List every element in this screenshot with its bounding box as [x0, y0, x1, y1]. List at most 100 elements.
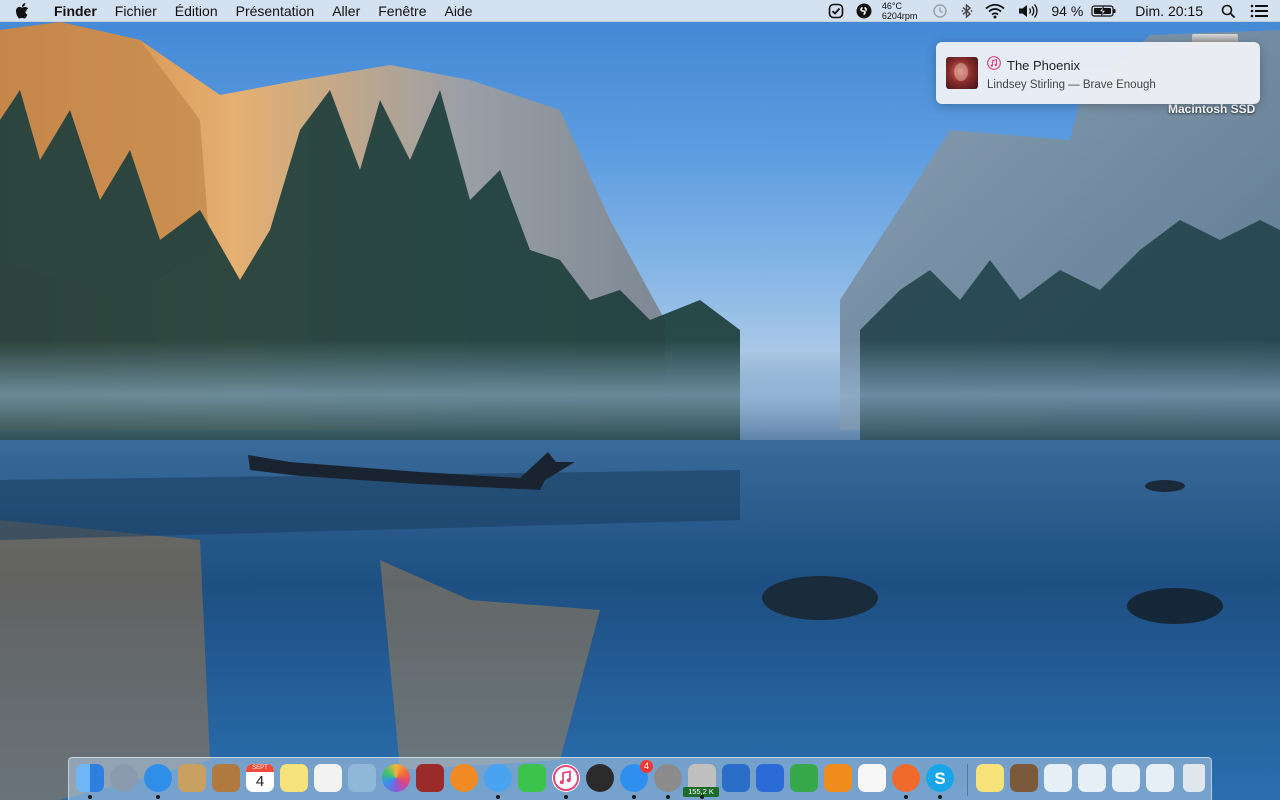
menu-aide[interactable]: Aide — [435, 0, 481, 22]
dock-skype-icon[interactable]: S — [925, 763, 955, 799]
dock-textedit-icon[interactable] — [857, 763, 887, 793]
dock-window-stack-2-icon[interactable] — [1077, 763, 1107, 793]
dock-finder-icon[interactable] — [75, 763, 105, 799]
dock-photos-icon[interactable] — [381, 763, 411, 793]
menubar-clock[interactable]: Dim. 20:15 — [1123, 3, 1213, 19]
maps-icon — [892, 764, 920, 792]
running-indicator — [156, 795, 160, 799]
dock-window-stack-4-icon[interactable] — [1145, 763, 1175, 793]
running-indicator — [496, 795, 500, 799]
running-indicator — [938, 795, 942, 799]
preview-icon — [348, 764, 376, 792]
dock-notes-icon[interactable] — [279, 763, 309, 793]
dock-messages-icon[interactable] — [483, 763, 513, 799]
running-indicator — [904, 795, 908, 799]
running-indicator — [700, 795, 704, 799]
notification-center-icon[interactable] — [1244, 0, 1280, 22]
stickies-icon — [976, 764, 1004, 792]
dock-contacts-icon[interactable] — [211, 763, 241, 793]
app-store-badge: 4 — [640, 760, 653, 773]
disk-label[interactable]: Macintosh SSD — [1168, 102, 1255, 116]
dock-window-stack-1-icon[interactable] — [1043, 763, 1073, 793]
numbers-icon — [790, 764, 818, 792]
temperature-monitor[interactable]: 46°C 6204rpm — [878, 1, 926, 21]
dock-maps-icon[interactable] — [891, 763, 921, 799]
volume-icon[interactable] — [1011, 0, 1045, 22]
desktop-wallpaper — [0, 0, 1280, 800]
dock-facetime-icon[interactable] — [517, 763, 547, 793]
dock-reminders-icon[interactable] — [313, 763, 343, 793]
calendar-month: SEPT — [246, 764, 274, 772]
ibooks-icon — [450, 764, 478, 792]
battery-charging-icon[interactable] — [1085, 0, 1123, 22]
dock-safari-icon[interactable] — [143, 763, 173, 799]
notification-title: The Phoenix — [1007, 57, 1080, 73]
reminders-icon — [314, 764, 342, 792]
contacts-icon — [212, 764, 240, 792]
dock-itunes-icon[interactable] — [551, 763, 581, 799]
window-stack-4-icon — [1146, 764, 1174, 792]
dock-system-preferences-icon[interactable] — [653, 763, 683, 799]
textedit-icon — [858, 764, 886, 792]
dock-keynote-dev-icon[interactable] — [721, 763, 751, 793]
menu-aller[interactable]: Aller — [323, 0, 369, 22]
pages-icon — [824, 764, 852, 792]
time-machine-icon[interactable] — [925, 0, 955, 22]
music-note-icon — [987, 55, 1001, 75]
battery-percentage[interactable]: 94 % — [1045, 3, 1085, 19]
dock-pages-icon[interactable] — [823, 763, 853, 793]
itunes-icon — [552, 764, 580, 792]
album-art — [946, 57, 978, 89]
notification-subtitle: Lindsey Stirling — Brave Enough — [987, 78, 1156, 91]
dock-mail-stamp-icon[interactable] — [177, 763, 207, 793]
dock-keynote-icon[interactable] — [755, 763, 785, 793]
running-indicator — [564, 795, 568, 799]
app-menu-finder[interactable]: Finder — [44, 0, 106, 22]
safari-icon — [144, 764, 172, 792]
menu-edition[interactable]: Édition — [166, 0, 227, 22]
fan-speed: 6204rpm — [881, 11, 918, 21]
svg-text:S: S — [934, 769, 945, 788]
checkbox-status-icon[interactable] — [822, 0, 850, 22]
dock: SEPT 4 4 155,2 K S — [68, 757, 1212, 800]
dock-window-stack-3-icon[interactable] — [1111, 763, 1141, 793]
window-stack-1-icon — [1044, 764, 1072, 792]
menu-presentation[interactable]: Présentation — [227, 0, 324, 22]
dock-numbers-icon[interactable] — [789, 763, 819, 793]
facetime-icon — [518, 764, 546, 792]
dock-disk-utility-icon[interactable]: 155,2 K — [683, 763, 719, 799]
menu-fenetre[interactable]: Fenêtre — [369, 0, 435, 22]
now-playing-notification[interactable]: The Phoenix Lindsey Stirling — Brave Eno… — [936, 42, 1260, 104]
menu-fichier[interactable]: Fichier — [106, 0, 166, 22]
dock-trash-icon[interactable] — [1179, 763, 1209, 793]
dock-photo-booth-icon[interactable] — [415, 763, 445, 793]
wifi-icon[interactable] — [979, 0, 1011, 22]
mail-stamp-icon — [178, 764, 206, 792]
dock-preview-icon[interactable] — [347, 763, 377, 793]
calendar-icon: SEPT 4 — [246, 764, 274, 792]
photos-icon — [382, 764, 410, 792]
running-indicator — [666, 795, 670, 799]
dock-quicktime-icon[interactable] — [585, 763, 615, 793]
dock-ibooks-icon[interactable] — [449, 763, 479, 793]
notes-icon — [280, 764, 308, 792]
finder-icon — [76, 764, 104, 792]
dock-calendar-icon[interactable]: SEPT 4 — [245, 763, 275, 793]
shazam-icon[interactable] — [850, 0, 878, 22]
dock-image-stack-icon[interactable] — [1009, 763, 1039, 793]
window-stack-2-icon — [1078, 764, 1106, 792]
messages-icon — [484, 764, 512, 792]
spotlight-search-icon[interactable] — [1213, 0, 1244, 22]
window-stack-3-icon — [1112, 764, 1140, 792]
dock-launchpad-icon[interactable] — [109, 763, 139, 793]
dock-stickies-icon[interactable] — [975, 763, 1005, 793]
keynote-dev-icon — [722, 764, 750, 792]
dock-app-store-icon[interactable]: 4 — [619, 760, 653, 799]
keynote-icon — [756, 764, 784, 792]
apple-menu-icon[interactable] — [0, 0, 44, 22]
photo-booth-icon — [416, 764, 444, 792]
cpu-temperature: 46°C — [881, 1, 902, 11]
menu-bar: Finder Fichier Édition Présentation Alle… — [0, 0, 1280, 22]
quicktime-icon — [586, 764, 614, 792]
bluetooth-icon[interactable] — [955, 0, 979, 22]
